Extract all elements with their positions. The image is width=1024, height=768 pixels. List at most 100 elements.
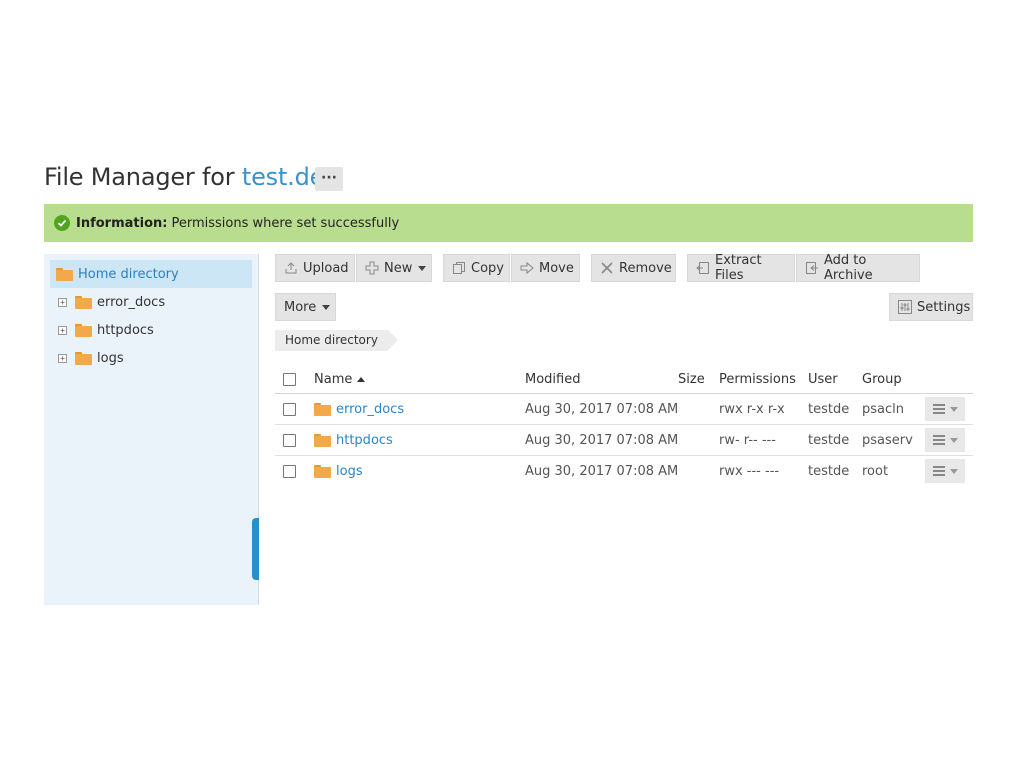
- row-actions-button[interactable]: [925, 428, 965, 452]
- modified-cell: Aug 30, 2017 07:08 AM: [525, 432, 679, 448]
- column-group[interactable]: Group: [862, 365, 902, 393]
- remove-button[interactable]: Remove: [591, 254, 676, 282]
- user-cell: testde: [808, 401, 850, 417]
- new-label: New: [384, 260, 413, 276]
- archive-icon: [805, 261, 819, 275]
- folder-icon: [314, 465, 331, 478]
- directory-tree: Home directory + error_docs + httpdocs +…: [44, 254, 259, 605]
- plus-icon: [365, 261, 379, 275]
- tree-item-label: logs: [97, 350, 124, 366]
- sort-ascending-icon: [357, 376, 366, 382]
- folder-icon: [75, 323, 92, 337]
- extract-files-label: Extract Files: [715, 253, 762, 283]
- settings-label: Settings: [917, 299, 971, 315]
- group-cell: psacln: [862, 401, 904, 417]
- column-modified[interactable]: Modified: [525, 365, 580, 393]
- permissions-cell: rwx --- ---: [719, 464, 780, 479]
- remove-label: Remove: [619, 260, 672, 276]
- row-checkbox[interactable]: [283, 465, 296, 478]
- expand-icon[interactable]: +: [58, 297, 67, 307]
- user-cell: testde: [808, 432, 850, 448]
- copy-icon: [452, 261, 466, 275]
- row-actions-button[interactable]: [925, 397, 965, 421]
- info-text: Permissions where set successfully: [171, 215, 400, 231]
- name-cell: logs: [314, 456, 363, 487]
- move-button[interactable]: Move: [511, 254, 580, 282]
- modified-cell: Aug 30, 2017 07:08 AM: [525, 464, 679, 479]
- select-all-checkbox[interactable]: [283, 372, 296, 386]
- upload-icon: [284, 261, 298, 275]
- tree-item-logs[interactable]: + logs: [58, 347, 124, 369]
- folder-icon: [75, 351, 92, 365]
- copy-button[interactable]: Copy: [443, 254, 510, 282]
- folder-icon: [314, 402, 331, 416]
- upload-button[interactable]: Upload: [275, 254, 355, 282]
- chevron-down-icon: [322, 304, 331, 310]
- column-user[interactable]: User: [808, 365, 838, 393]
- name-cell: error_docs: [314, 394, 404, 424]
- modified-cell: Aug 30, 2017 07:08 AM: [525, 401, 679, 417]
- row-checkbox[interactable]: [283, 402, 296, 416]
- info-message: Information: Permissions where set succe…: [44, 204, 973, 242]
- domain-more-button[interactable]: ···: [315, 167, 343, 191]
- file-name-link[interactable]: error_docs: [336, 402, 404, 417]
- select-all-cell: [283, 365, 296, 393]
- row-select-cell: [283, 425, 296, 455]
- tree-item-httpdocs[interactable]: + httpdocs: [58, 319, 154, 341]
- extract-icon: [696, 261, 710, 275]
- chevron-down-icon: [949, 468, 958, 474]
- sliders-icon: [898, 300, 912, 314]
- column-size[interactable]: Size: [678, 365, 705, 393]
- menu-icon: [932, 435, 945, 445]
- new-button[interactable]: New: [356, 254, 432, 282]
- row-actions-button[interactable]: [925, 459, 965, 483]
- file-name-link[interactable]: httpdocs: [336, 433, 393, 448]
- column-name[interactable]: Name: [314, 365, 366, 393]
- permissions-cell: rwx r-x r-x: [719, 401, 785, 417]
- menu-icon: [932, 404, 945, 414]
- column-permissions[interactable]: Permissions: [719, 365, 796, 393]
- more-label: More: [284, 299, 317, 315]
- permissions-cell: rw- r-- ---: [719, 432, 776, 448]
- table-row: error_docs Aug 30, 2017 07:08 AM rwx r-x…: [275, 394, 973, 425]
- menu-icon: [932, 466, 945, 476]
- sidebar-collapse-handle[interactable]: [252, 518, 259, 580]
- tree-item-error-docs[interactable]: + error_docs: [58, 291, 165, 313]
- x-icon: [600, 261, 614, 275]
- file-table: Name Modified Size Permissions User Grou…: [275, 365, 973, 487]
- table-row: httpdocs Aug 30, 2017 07:08 AM rw- r-- -…: [275, 425, 973, 456]
- folder-icon: [75, 295, 92, 309]
- chevron-down-icon: [418, 265, 427, 271]
- add-to-archive-button[interactable]: Add to Archive: [796, 253, 920, 283]
- tree-item-label: httpdocs: [97, 322, 154, 338]
- upload-label: Upload: [303, 260, 349, 276]
- row-checkbox[interactable]: [283, 433, 296, 447]
- expand-icon[interactable]: +: [58, 325, 67, 335]
- folder-icon: [314, 433, 331, 447]
- name-cell: httpdocs: [314, 425, 393, 455]
- table-row: logs Aug 30, 2017 07:08 AM rwx --- --- t…: [275, 456, 973, 487]
- group-cell: root: [862, 464, 889, 479]
- extract-files-button[interactable]: Extract Files: [687, 253, 795, 283]
- breadcrumb[interactable]: Home directory: [275, 330, 398, 351]
- folder-icon: [56, 267, 73, 281]
- settings-button[interactable]: Settings: [889, 293, 973, 321]
- more-button[interactable]: More: [275, 293, 336, 321]
- tree-item-home[interactable]: Home directory: [50, 260, 252, 288]
- row-select-cell: [283, 456, 296, 487]
- move-label: Move: [539, 260, 574, 276]
- user-cell: testde: [808, 464, 850, 479]
- add-to-archive-label: Add to Archive: [824, 253, 873, 283]
- page-title: File Manager for test.de: [44, 163, 324, 191]
- tree-item-label: error_docs: [97, 294, 166, 310]
- domain-link[interactable]: test.de: [242, 163, 325, 191]
- title-prefix: File Manager for: [44, 163, 235, 191]
- chevron-down-icon: [949, 437, 958, 443]
- file-name-link[interactable]: logs: [336, 464, 363, 479]
- copy-label: Copy: [471, 260, 504, 276]
- tree-item-label: Home directory: [78, 266, 179, 282]
- column-name-label: Name: [314, 371, 353, 387]
- row-select-cell: [283, 394, 296, 424]
- table-header: Name Modified Size Permissions User Grou…: [275, 365, 973, 394]
- expand-icon[interactable]: +: [58, 353, 67, 363]
